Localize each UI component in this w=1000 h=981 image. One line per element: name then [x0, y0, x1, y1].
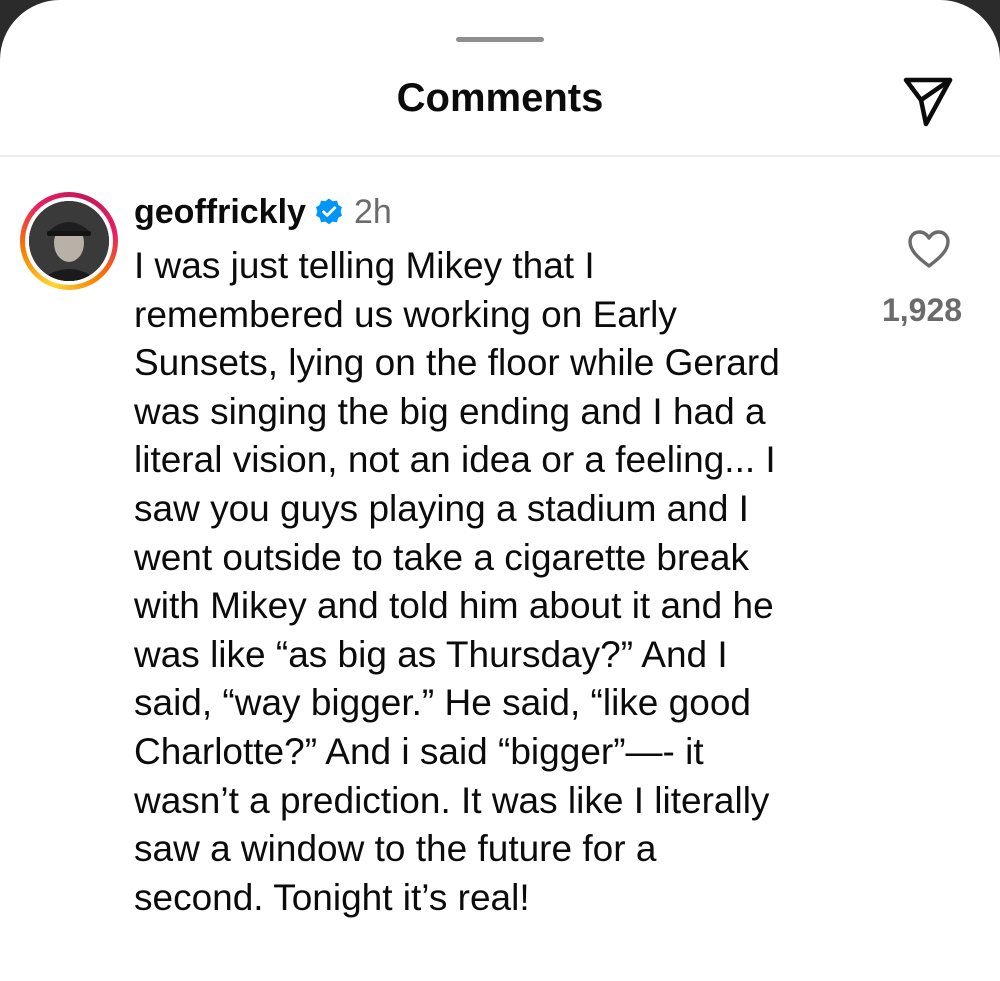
sheet-grabber-handle[interactable] [456, 37, 544, 42]
paper-plane-icon [903, 77, 953, 127]
comments-sheet: Comments geoffrickly 2h I was just telli… [0, 0, 1000, 981]
heart-outline-icon [908, 230, 950, 268]
comment-text: I was just telling Mikey that I remember… [134, 245, 780, 918]
page-title: Comments [396, 76, 604, 120]
avatar[interactable] [29, 201, 109, 281]
share-button[interactable] [898, 70, 958, 130]
comment-header: geoffrickly 2h [134, 190, 392, 234]
like-button[interactable] [904, 224, 954, 274]
comment-username[interactable]: geoffrickly [134, 193, 306, 232]
avatar-photo [29, 201, 109, 281]
like-count: 1,928 [881, 292, 963, 328]
verified-badge-icon [314, 197, 344, 227]
comment-timestamp: 2h [353, 192, 392, 231]
avatar-story-ring[interactable] [20, 192, 118, 290]
header-divider [0, 155, 1000, 157]
